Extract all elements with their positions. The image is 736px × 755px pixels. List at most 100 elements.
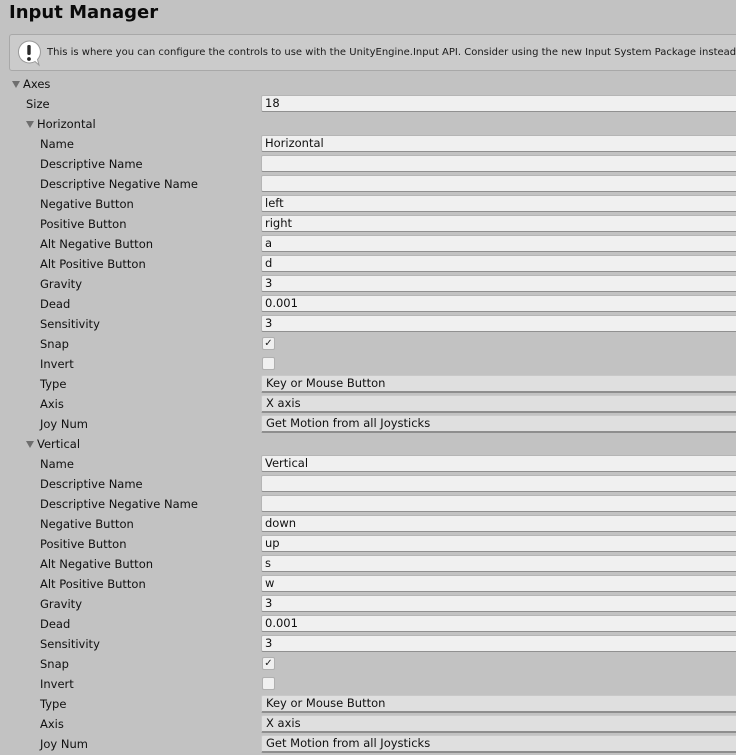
joy-num-dropdown[interactable]: Get Motion from all Joysticks [261,415,736,433]
joy-num-label: Joy Num [40,417,88,431]
negative-button-input[interactable]: left [261,195,736,212]
sensitivity-input[interactable]: 3 [261,315,736,332]
descriptive-negative-name-row: Descriptive Negative Name [0,494,736,514]
invert-row: Invert [0,354,736,374]
negative-button-label: Negative Button [40,197,134,211]
dead-row: Dead 0.001 [0,294,736,314]
gravity-row: Gravity 3 [0,274,736,294]
positive-button-input[interactable]: right [261,215,736,232]
descriptive-negative-name-input[interactable] [261,175,736,192]
invert-label: Invert [40,357,74,371]
dead-label: Dead [40,617,71,631]
dead-input[interactable]: 0.001 [261,295,736,312]
type-dropdown[interactable]: Key or Mouse Button [261,695,736,713]
dead-input[interactable]: 0.001 [261,615,736,632]
descriptive-negative-name-label: Descriptive Negative Name [40,497,198,511]
joy-num-label: Joy Num [40,737,88,751]
axis-entry-label: Vertical [37,437,81,451]
alt-negative-button-label: Alt Negative Button [40,237,154,251]
negative-button-label: Negative Button [40,517,134,531]
positive-button-input[interactable]: up [261,535,736,552]
sensitivity-label: Sensitivity [40,317,100,331]
axes-foldout[interactable]: Axes [12,74,50,94]
gravity-label: Gravity [40,597,83,611]
name-label: Name [40,137,74,151]
axes-foldout-row[interactable]: Axes [0,74,736,94]
snap-row: Snap ✓ [0,654,736,674]
foldout-arrow-icon [26,121,34,128]
negative-button-row: Negative Button down [0,514,736,534]
descriptive-negative-name-label: Descriptive Negative Name [40,177,198,191]
positive-button-label: Positive Button [40,537,127,551]
descriptive-name-label: Descriptive Name [40,157,143,171]
help-message: This is where you can configure the cont… [47,47,736,58]
axis-entry-label: Horizontal [37,117,96,131]
alt-positive-button-input[interactable]: d [261,255,736,272]
descriptive-name-row: Descriptive Name [0,154,736,174]
size-label: Size [26,97,50,111]
sensitivity-input[interactable]: 3 [261,635,736,652]
name-row: Name Vertical [0,454,736,474]
descriptive-name-row: Descriptive Name [0,474,736,494]
alt-negative-button-input[interactable]: a [261,235,736,252]
alt-positive-button-row: Alt Positive Button w [0,574,736,594]
type-row: Type Key or Mouse Button [0,374,736,394]
name-input[interactable]: Horizontal [261,135,736,152]
negative-button-row: Negative Button left [0,194,736,214]
snap-label: Snap [40,657,69,671]
size-row: Size 18 [0,94,736,114]
size-input[interactable]: 18 [261,95,736,112]
gravity-input[interactable]: 3 [261,275,736,292]
descriptive-negative-name-row: Descriptive Negative Name [0,174,736,194]
name-row: Name Horizontal [0,134,736,154]
joy-num-row: Joy Num Get Motion from all Joysticks [0,414,736,434]
alt-negative-button-row: Alt Negative Button s [0,554,736,574]
type-row: Type Key or Mouse Button [0,694,736,714]
dead-row: Dead 0.001 [0,614,736,634]
snap-checkbox[interactable]: ✓ [262,337,275,350]
axis-dropdown[interactable]: X axis [261,715,736,733]
negative-button-input[interactable]: down [261,515,736,532]
axes-label: Axes [23,77,51,91]
axis-entry-foldout-row[interactable]: Vertical [0,434,736,454]
alt-negative-button-input[interactable]: s [261,555,736,572]
joy-num-row: Joy Num Get Motion from all Joysticks [0,734,736,754]
alt-negative-button-row: Alt Negative Button a [0,234,736,254]
axis-entry-foldout-row[interactable]: Horizontal [0,114,736,134]
joy-num-dropdown[interactable]: Get Motion from all Joysticks [261,735,736,753]
descriptive-negative-name-input[interactable] [261,495,736,512]
page-title: Input Manager [9,2,159,23]
invert-label: Invert [40,677,74,691]
snap-row: Snap ✓ [0,334,736,354]
axis-row: Axis X axis [0,394,736,414]
sensitivity-row: Sensitivity 3 [0,314,736,334]
type-label: Type [40,377,67,391]
positive-button-row: Positive Button right [0,214,736,234]
sensitivity-row: Sensitivity 3 [0,634,736,654]
type-dropdown[interactable]: Key or Mouse Button [261,375,736,393]
axis-entry-foldout[interactable]: Vertical [26,434,80,454]
foldout-arrow-icon [26,441,34,448]
positive-button-row: Positive Button up [0,534,736,554]
descriptive-name-input[interactable] [261,155,736,172]
snap-checkbox[interactable]: ✓ [262,657,275,670]
axis-dropdown[interactable]: X axis [261,395,736,413]
warning-bubble-icon [18,40,41,67]
descriptive-name-input[interactable] [261,475,736,492]
alt-positive-button-label: Alt Positive Button [40,257,146,271]
gravity-input[interactable]: 3 [261,595,736,612]
gravity-label: Gravity [40,277,83,291]
axis-entry-foldout[interactable]: Horizontal [26,114,96,134]
name-input[interactable]: Vertical [261,455,736,472]
axis-label: Axis [40,397,64,411]
snap-label: Snap [40,337,69,351]
invert-checkbox[interactable] [262,677,275,690]
axis-row: Axis X axis [0,714,736,734]
foldout-arrow-icon [12,81,20,88]
invert-checkbox[interactable] [262,357,275,370]
dead-label: Dead [40,297,71,311]
alt-positive-button-label: Alt Positive Button [40,577,146,591]
gravity-row: Gravity 3 [0,594,736,614]
alt-positive-button-input[interactable]: w [261,575,736,592]
invert-row: Invert [0,674,736,694]
